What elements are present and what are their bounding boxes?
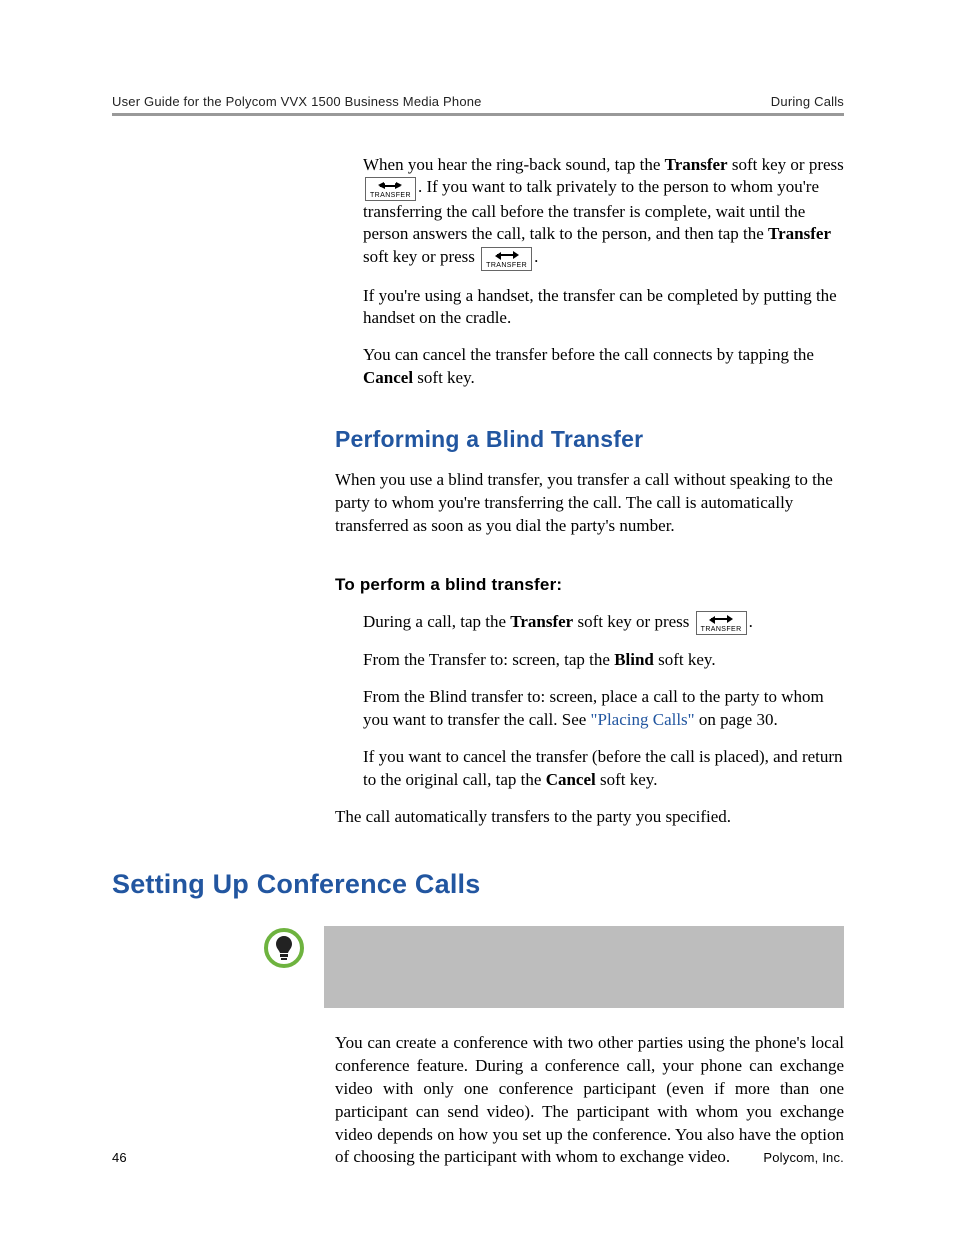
softkey-name: Transfer (665, 155, 728, 174)
paragraph: You can cancel the transfer before the c… (363, 344, 844, 390)
paragraph: You can create a conference with two oth… (335, 1032, 844, 1170)
note-block (262, 926, 844, 1008)
step: From the Transfer to: screen, tap the Bl… (363, 649, 844, 672)
softkey-name: Cancel (546, 770, 596, 789)
body-content: You can create a conference with two oth… (335, 1032, 844, 1170)
text: . (749, 612, 753, 631)
key-label: TRANSFER (370, 192, 411, 199)
page-number: 46 (112, 1150, 127, 1165)
page-header: User Guide for the Polycom VVX 1500 Busi… (112, 94, 844, 109)
paragraph: The call automatically transfers to the … (335, 806, 844, 829)
heading-blind-transfer: Performing a Blind Transfer (335, 424, 844, 455)
transfer-key-icon: TRANSFER (365, 177, 416, 201)
softkey-name: Transfer (510, 612, 573, 631)
header-left: User Guide for the Polycom VVX 1500 Busi… (112, 94, 482, 109)
steps-heading: To perform a blind transfer: (335, 574, 844, 597)
paragraph: When you use a blind transfer, you trans… (335, 469, 844, 538)
text: soft key. (413, 368, 475, 387)
page-footer: 46 Polycom, Inc. (112, 1150, 844, 1165)
softkey-name: Blind (614, 650, 654, 669)
text: . If you want to talk privately to the p… (363, 177, 819, 243)
text: on page 30. (695, 710, 778, 729)
text: From the Transfer to: screen, tap the (363, 650, 614, 669)
step: From the Blind transfer to: screen, plac… (363, 686, 844, 732)
transfer-key-icon: TRANSFER (481, 247, 532, 271)
text: soft key or press (728, 155, 844, 174)
text: You can cancel the transfer before the c… (363, 345, 814, 364)
note-redacted (324, 926, 844, 1008)
tip-icon (262, 926, 306, 975)
text: soft key. (654, 650, 716, 669)
paragraph: When you hear the ring-back sound, tap t… (363, 154, 844, 271)
step: If you want to cancel the transfer (befo… (363, 746, 844, 792)
key-label: TRANSFER (486, 262, 527, 269)
key-label: TRANSFER (701, 626, 742, 633)
softkey-name: Transfer (768, 224, 831, 243)
text: soft key. (596, 770, 658, 789)
heading-conference-calls: Setting Up Conference Calls (112, 869, 844, 900)
header-rule (112, 113, 844, 116)
link-placing-calls[interactable]: "Placing Calls" (591, 710, 695, 729)
text: During a call, tap the (363, 612, 510, 631)
text: . (534, 247, 538, 266)
softkey-name: Cancel (363, 368, 413, 387)
page: User Guide for the Polycom VVX 1500 Busi… (0, 0, 954, 1235)
body-content: When you hear the ring-back sound, tap t… (335, 154, 844, 829)
header-right: During Calls (771, 94, 844, 109)
text: When you hear the ring-back sound, tap t… (363, 155, 665, 174)
company-name: Polycom, Inc. (763, 1150, 844, 1165)
text: soft key or press (573, 612, 693, 631)
text: soft key or press (363, 247, 479, 266)
transfer-key-icon: TRANSFER (696, 611, 747, 635)
paragraph: If you're using a handset, the transfer … (363, 285, 844, 331)
step: During a call, tap the Transfer soft key… (363, 611, 844, 635)
